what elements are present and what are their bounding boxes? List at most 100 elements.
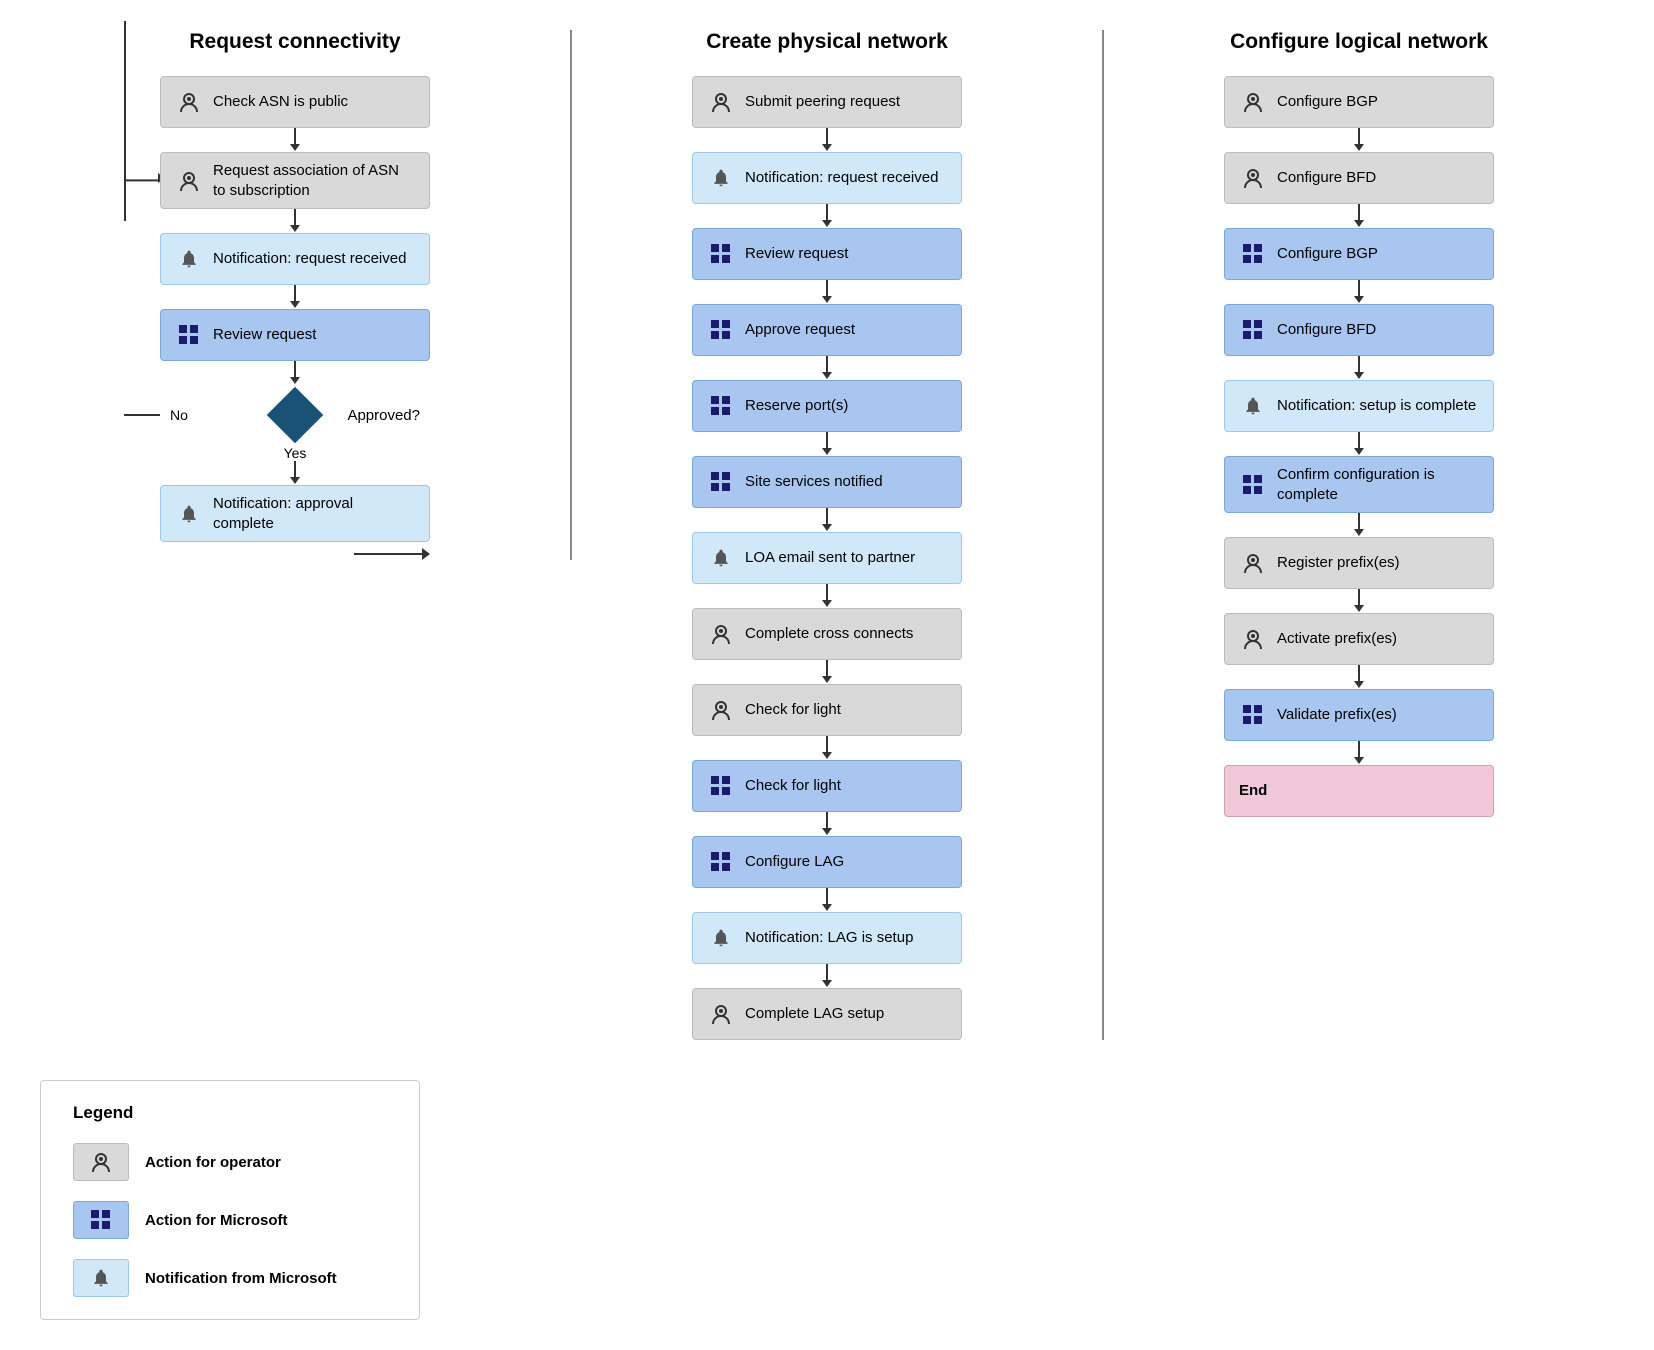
windows-icon <box>1239 701 1267 729</box>
node-notif-received2: Notification: request received <box>692 152 962 204</box>
windows-icon <box>707 240 735 268</box>
legend-icon-microsoft <box>73 1201 129 1239</box>
node-text: Complete cross connects <box>745 624 947 644</box>
legend-section: Legend Action for operator Action for Mi… <box>40 1080 1614 1320</box>
node-text: Notification: setup is complete <box>1277 396 1479 416</box>
arrow <box>1354 356 1364 380</box>
person-icon <box>175 167 203 195</box>
col2-title: Create physical network <box>706 30 948 54</box>
node-text: End <box>1239 781 1479 801</box>
node-text: Submit peering request <box>745 92 947 112</box>
arrow <box>822 584 832 608</box>
windows-icon <box>175 321 203 349</box>
legend-item-microsoft: Action for Microsoft <box>73 1201 387 1239</box>
arrow <box>822 812 832 836</box>
node-notif-setup: Notification: setup is complete <box>1224 380 1494 432</box>
node-approve-request: Approve request <box>692 304 962 356</box>
node-end: End <box>1224 765 1494 817</box>
node-text: LOA email sent to partner <box>745 548 947 568</box>
windows-icon <box>707 848 735 876</box>
bell-icon <box>175 245 203 273</box>
node-notif-lag: Notification: LAG is setup <box>692 912 962 964</box>
node-site-services: Site services notified <box>692 456 962 508</box>
legend-box: Legend Action for operator Action for Mi… <box>40 1080 420 1320</box>
node-loa-email: LOA email sent to partner <box>692 532 962 584</box>
legend-icon-operator <box>73 1143 129 1181</box>
bell-icon <box>707 544 735 572</box>
arrow <box>1354 128 1364 152</box>
node-text: Configure BGP <box>1277 92 1479 112</box>
arrow <box>1354 513 1364 537</box>
windows-icon <box>1239 240 1267 268</box>
col1-to-col2-arrow <box>160 548 430 560</box>
diamond-shape <box>267 387 324 444</box>
arrow <box>1354 280 1364 304</box>
node-text: Configure LAG <box>745 852 947 872</box>
yes-section: Yes <box>284 445 307 485</box>
node-text: Complete LAG setup <box>745 1004 947 1024</box>
arrow <box>822 128 832 152</box>
node-confirm-config: Confirm configuration is complete <box>1224 456 1494 513</box>
person-icon <box>1239 164 1267 192</box>
node-text: Check for light <box>745 776 947 796</box>
page: Request connectivity Check ASN is public <box>40 30 1614 1320</box>
legend-item-notification: Notification from Microsoft <box>73 1259 387 1297</box>
node-text: Notification: LAG is setup <box>745 928 947 948</box>
person-icon <box>1239 549 1267 577</box>
node-reserve-ports: Reserve port(s) <box>692 380 962 432</box>
arrow <box>822 964 832 988</box>
legend-icon-notification <box>73 1259 129 1297</box>
loop-line-vert <box>124 21 126 221</box>
person-icon <box>707 1000 735 1028</box>
node-text: Activate prefix(es) <box>1277 629 1479 649</box>
node-register-prefix: Register prefix(es) <box>1224 537 1494 589</box>
windows-icon <box>707 392 735 420</box>
node-complete-lag: Complete LAG setup <box>692 988 962 1040</box>
node-validate-prefix: Validate prefix(es) <box>1224 689 1494 741</box>
arrow <box>290 209 300 233</box>
arrow <box>822 204 832 228</box>
node-configure-bfd2: Configure BFD <box>1224 304 1494 356</box>
node-text: Validate prefix(es) <box>1277 705 1479 725</box>
node-text: Check ASN is public <box>213 92 415 112</box>
node-check-light2: Check for light <box>692 760 962 812</box>
yes-label: Yes <box>284 445 307 461</box>
decision-label: Approved? <box>347 407 420 424</box>
windows-icon <box>707 772 735 800</box>
node-text: Notification: approval complete <box>213 494 415 533</box>
node-text: Request association of ASN to subscripti… <box>213 161 415 200</box>
decision-approved: Approved? No <box>160 389 430 441</box>
node-configure-bgp1: Configure BGP <box>1224 76 1494 128</box>
arrow <box>290 361 300 385</box>
col-logical-network: Configure logical network Configure BGP … <box>1104 30 1614 817</box>
arrow <box>822 432 832 456</box>
node-text: Reserve port(s) <box>745 396 947 416</box>
node-check-light1: Check for light <box>692 684 962 736</box>
loop-line-top <box>124 179 160 181</box>
node-review-request: Review request <box>160 309 430 361</box>
legend-label-operator: Action for operator <box>145 1154 281 1171</box>
arrow <box>1354 741 1364 765</box>
person-icon <box>1239 625 1267 653</box>
arrow <box>290 461 300 485</box>
node-configure-bgp2: Configure BGP <box>1224 228 1494 280</box>
bell-icon <box>175 500 203 528</box>
col-physical-network: Create physical network Submit peering r… <box>572 30 1104 1040</box>
diagram: Request connectivity Check ASN is public <box>40 30 1614 1040</box>
arrow <box>822 888 832 912</box>
node-text: Review request <box>213 325 415 345</box>
legend-label-microsoft: Action for Microsoft <box>145 1212 288 1229</box>
node-text: Site services notified <box>745 472 947 492</box>
person-icon <box>1239 88 1267 116</box>
col1-title: Request connectivity <box>189 30 400 54</box>
bell-icon <box>707 924 735 952</box>
arrow <box>290 285 300 309</box>
arrow <box>1354 432 1364 456</box>
person-icon <box>707 88 735 116</box>
windows-icon <box>707 316 735 344</box>
person-icon <box>175 88 203 116</box>
node-text: Configure BFD <box>1277 320 1479 340</box>
arrow <box>822 736 832 760</box>
arrow <box>822 356 832 380</box>
node-check-asn: Check ASN is public <box>160 76 430 128</box>
